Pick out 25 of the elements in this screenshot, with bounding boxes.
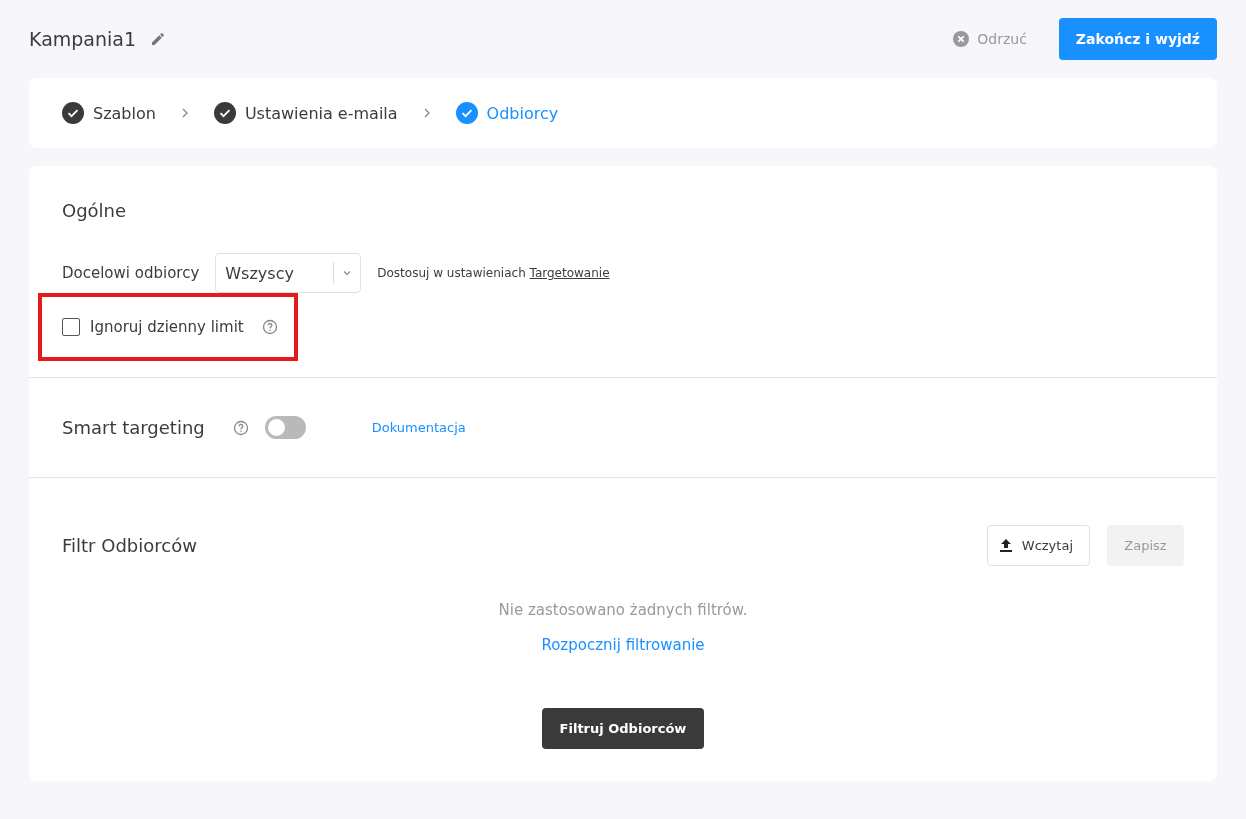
toggle-switch[interactable] — [264, 416, 306, 439]
upload-icon — [999, 539, 1012, 552]
empty-message: Nie zastosowano żadnych filtrów. — [497, 601, 749, 619]
section-title: Filtr Odbiorców — [62, 535, 197, 556]
targeting-link[interactable]: Targetowanie — [529, 266, 610, 280]
audience-dropdown[interactable]: Wszyscy — [215, 253, 362, 293]
hint-text: Dostosuj w ustawieniach Targetowanie — [377, 266, 610, 280]
checkbox-label: Ignoruj dzienny limit — [90, 318, 244, 336]
campaign-title: Kampania1 — [29, 28, 137, 50]
help-icon[interactable] — [261, 319, 278, 335]
filter-button[interactable]: Filtruj Odbiorców — [541, 708, 705, 749]
check-icon — [455, 102, 478, 124]
section-title: Ogólne — [62, 199, 128, 221]
checkbox[interactable] — [62, 318, 80, 336]
step-tab[interactable]: Szablon — [62, 102, 156, 124]
help-icon[interactable] — [232, 419, 249, 436]
chevron-down-icon — [342, 268, 353, 278]
section-title: Smart targeting — [62, 417, 205, 438]
close-icon — [953, 31, 970, 47]
check-icon — [62, 102, 84, 124]
step-tab[interactable]: Ustawienia e-maila — [213, 102, 398, 124]
load-button[interactable]: Wczytaj — [986, 525, 1090, 566]
check-icon — [213, 102, 236, 124]
field-label: Docelowi odbiorcy — [62, 264, 200, 282]
pencil-icon[interactable] — [150, 31, 167, 47]
